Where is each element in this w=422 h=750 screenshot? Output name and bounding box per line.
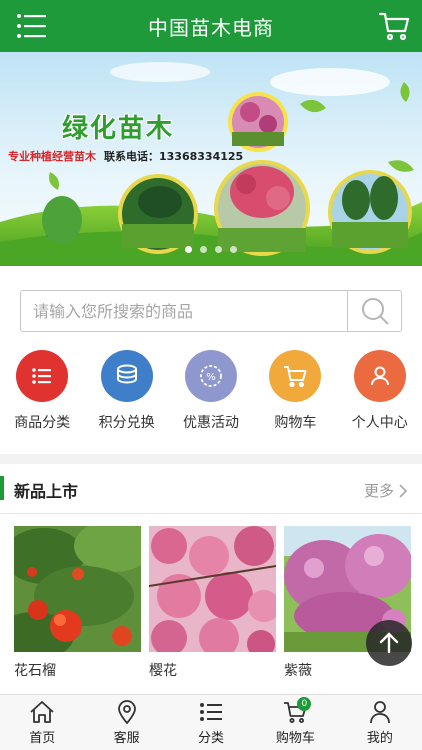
banner-pagination[interactable] — [0, 246, 422, 253]
discount-icon: % — [184, 350, 237, 402]
banner-headline: 绿化苗木 — [62, 114, 175, 144]
cart-icon[interactable] — [378, 10, 410, 42]
user-icon — [369, 701, 390, 724]
more-label: 更多 — [363, 482, 394, 500]
search-box — [20, 290, 402, 332]
arrow-up-icon — [379, 632, 399, 654]
bottom-tab-bar: 首页 客服 分类 0 购物车 我的 — [0, 694, 422, 750]
product-image[interactable] — [14, 526, 141, 652]
tab-label: 首页 — [29, 731, 56, 746]
top-bar: 中国苗木电商 — [0, 0, 422, 52]
user-icon — [353, 350, 406, 402]
section-header: 新品上市 更多 — [0, 464, 422, 514]
banner-dot[interactable] — [215, 246, 222, 253]
cart-icon — [269, 350, 322, 402]
quick-nav-categories[interactable]: 商品分类 — [0, 350, 84, 440]
page-title: 中国苗木电商 — [148, 15, 274, 40]
product-list: 花石榴 樱花 紫薇 — [0, 526, 422, 680]
tab-label: 客服 — [113, 731, 140, 746]
chevron-right-icon — [399, 483, 408, 498]
section-title: 新品上市 — [14, 482, 79, 501]
menu-icon[interactable] — [16, 12, 48, 40]
quick-nav-label: 购物车 — [274, 415, 317, 431]
search-icon — [361, 298, 389, 325]
svg-text:%: % — [206, 372, 216, 383]
tab-cart[interactable]: 0 购物车 — [253, 695, 337, 750]
app-screen: 中国苗木电商 绿化苗木 专业种植经营苗木 联系电话：13368334125 请输… — [0, 0, 422, 750]
banner-tagline: 专业种植经营苗木 — [8, 150, 96, 163]
search-button[interactable] — [347, 291, 401, 331]
list-icon — [16, 350, 69, 402]
quick-nav-profile[interactable]: 个人中心 — [338, 350, 422, 440]
banner-phone: 联系电话：13368334125 — [104, 150, 244, 163]
quick-nav-label: 个人中心 — [351, 415, 408, 431]
banner-dot[interactable] — [230, 246, 237, 253]
product-name: 花石榴 — [14, 663, 56, 679]
product-card[interactable]: 花石榴 — [14, 526, 141, 680]
list-icon — [200, 703, 223, 721]
new-products-section: 新品上市 更多 花石榴 樱花 紫薇 — [0, 464, 422, 694]
section-accent-bar — [0, 476, 4, 500]
product-name: 樱花 — [149, 663, 177, 679]
tab-customer-service[interactable]: 客服 — [84, 695, 168, 750]
location-icon — [117, 700, 136, 725]
home-icon — [30, 701, 54, 723]
quick-nav-points[interactable]: 积分兑换 — [84, 350, 168, 440]
quick-nav-label: 商品分类 — [14, 415, 71, 431]
product-card[interactable]: 樱花 — [149, 526, 276, 680]
tab-label: 购物车 — [275, 731, 315, 746]
tab-home[interactable]: 首页 — [0, 695, 84, 750]
quick-nav-cart[interactable]: 购物车 — [253, 350, 337, 440]
search-section: 商品分类 积分兑换 % — [0, 266, 422, 454]
cart-count-badge: 0 — [297, 697, 312, 711]
quick-nav: 商品分类 积分兑换 % 优惠活动 购物车 个人中心 — [0, 350, 422, 440]
coins-icon — [100, 350, 153, 402]
search-input[interactable] — [21, 291, 347, 331]
quick-nav-label: 积分兑换 — [98, 415, 155, 431]
product-image[interactable] — [149, 526, 276, 652]
tab-categories[interactable]: 分类 — [169, 695, 253, 750]
more-link[interactable]: 更多 — [364, 480, 408, 501]
quick-nav-promotions[interactable]: % 优惠活动 — [169, 350, 253, 440]
tab-profile[interactable]: 我的 — [338, 695, 422, 750]
banner-dot[interactable] — [185, 246, 192, 253]
tab-label: 我的 — [366, 731, 393, 746]
promo-banner[interactable]: 绿化苗木 专业种植经营苗木 联系电话：13368334125 — [0, 52, 422, 266]
tab-label: 分类 — [198, 731, 225, 746]
quick-nav-label: 优惠活动 — [182, 415, 239, 431]
back-to-top-button[interactable] — [366, 620, 412, 666]
banner-dot[interactable] — [200, 246, 207, 253]
